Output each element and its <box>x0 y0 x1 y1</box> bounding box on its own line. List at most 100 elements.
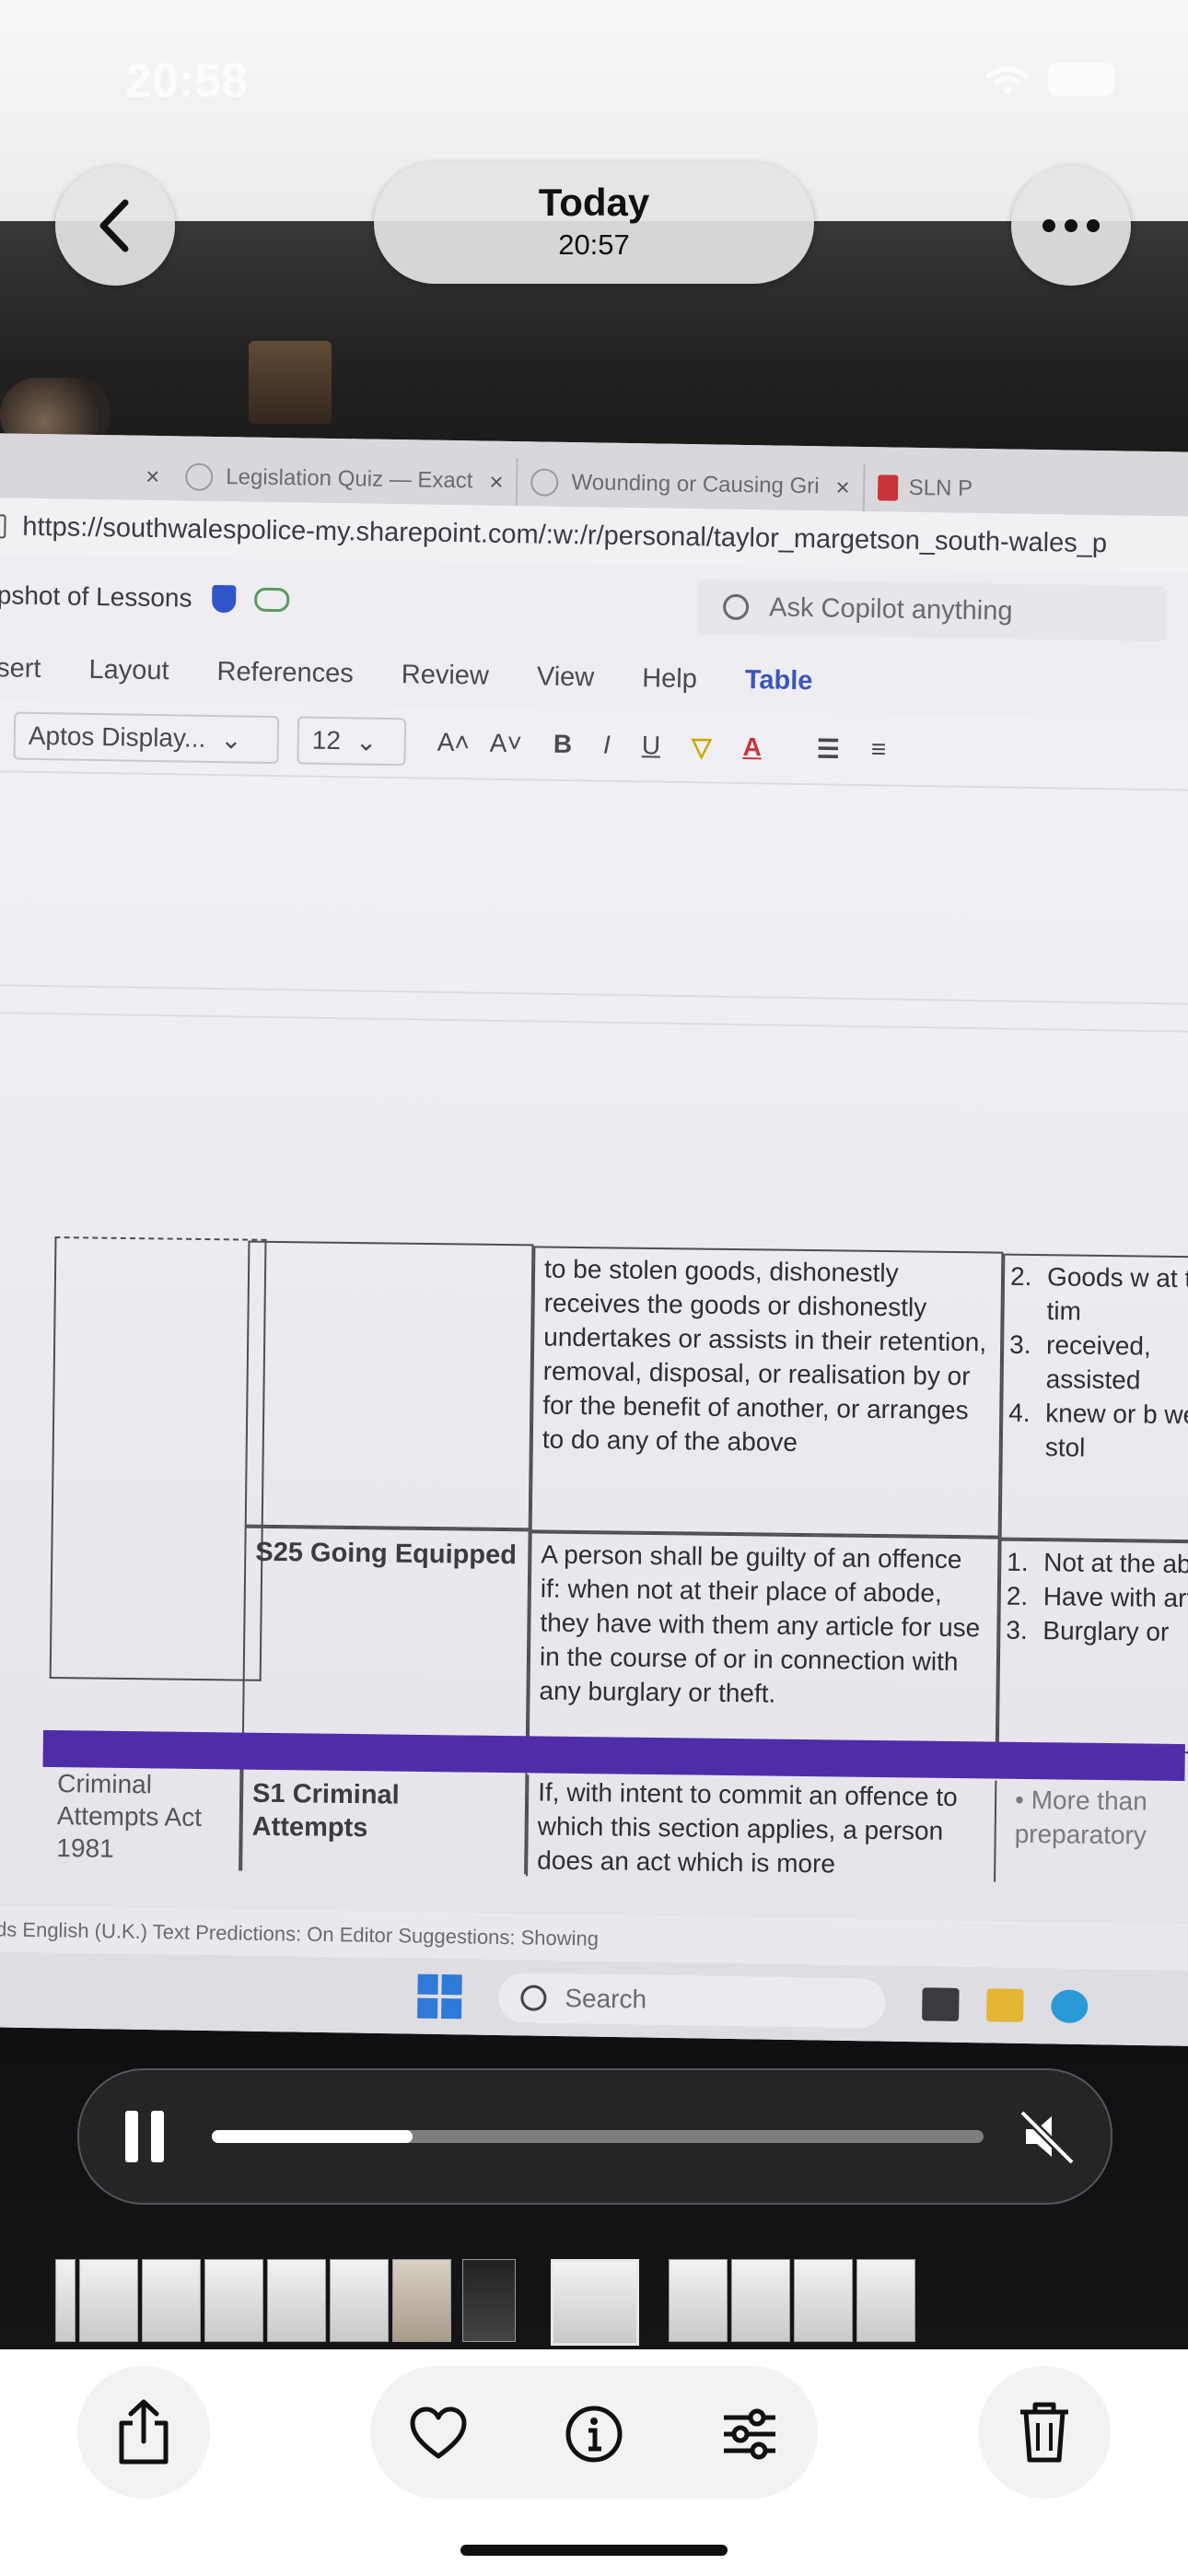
font-size-dropdown[interactable]: 12 ⌄ <box>297 716 407 767</box>
table-cell-heading <box>244 1240 534 1530</box>
video-player-controls <box>77 2068 1112 2205</box>
background-object <box>249 341 332 424</box>
thumbnail[interactable] <box>79 2259 138 2342</box>
shield-icon <box>212 584 237 614</box>
thumbnail[interactable] <box>794 2259 853 2342</box>
font-color-icon[interactable]: A <box>742 732 762 762</box>
chevron-down-icon: ⌄ <box>220 724 242 754</box>
bullets-icon[interactable]: ☰ <box>817 733 841 764</box>
task-view-icon[interactable] <box>922 1987 960 2021</box>
copilot-search-box[interactable]: Ask Copilot anything <box>696 579 1168 642</box>
action-group <box>370 2366 818 2499</box>
battery-icon <box>1048 63 1114 96</box>
table-cell-definition: If, with intent to commit an offence to … <box>526 1774 997 1882</box>
date-time: 20:57 <box>558 228 630 261</box>
status-time: 20:58 <box>125 54 248 108</box>
list-item: 3. Burglary or <box>1006 1615 1170 1646</box>
tab-review[interactable]: Review <box>402 660 490 691</box>
cloud-sync-icon <box>254 587 290 613</box>
ellipsis-icon <box>1042 219 1100 232</box>
tab-table[interactable]: Table <box>745 665 813 697</box>
document-title[interactable]: apshot of Lessons <box>0 580 192 614</box>
thumbnail[interactable] <box>142 2259 201 2342</box>
browser-tab[interactable]: Wounding or Causing Gri × <box>518 458 866 512</box>
scrubber-progress <box>212 2130 413 2143</box>
edge-icon[interactable] <box>1051 1989 1089 2024</box>
chevron-left-icon <box>99 199 129 252</box>
wifi-icon <box>985 66 1030 94</box>
align-icon[interactable]: ≡ <box>871 734 887 764</box>
section-heading: S25 Going Equipped <box>255 1537 518 1571</box>
tab-insert[interactable]: nsert <box>0 653 41 685</box>
list-item: More than preparatory <box>1014 1786 1147 1850</box>
share-icon <box>119 2399 169 2465</box>
thumbnail-strip <box>0 2248 1188 2349</box>
table-cell-act <box>49 1236 267 1681</box>
page-rule <box>0 1011 1188 1033</box>
tab-layout[interactable]: Layout <box>88 654 169 685</box>
tab-view[interactable]: View <box>537 662 595 693</box>
more-button[interactable] <box>1011 166 1131 286</box>
speaker-muted-icon <box>1019 2109 1076 2166</box>
pause-button[interactable] <box>125 2111 166 2162</box>
back-button[interactable] <box>55 166 175 286</box>
list-item: 1. Not at the abode <box>1007 1547 1188 1579</box>
thumbnail[interactable] <box>462 2259 516 2342</box>
section-heading: S1 Criminal Attempts <box>251 1778 400 1844</box>
tab-label: Wounding or Causing Gri <box>571 470 820 499</box>
table-cell-definition: to be stolen goods, dishonestly receives… <box>530 1246 1004 1538</box>
italic-icon[interactable]: I <box>603 731 611 760</box>
delete-button[interactable] <box>978 2366 1111 2499</box>
copilot-icon <box>722 593 750 621</box>
thumbnail[interactable] <box>856 2259 915 2342</box>
thumbnail-selected[interactable] <box>551 2259 639 2346</box>
taskbar-search[interactable]: Search <box>497 1973 886 2029</box>
bold-icon[interactable]: B <box>553 730 573 759</box>
underline-icon[interactable]: U <box>642 731 661 760</box>
table-cell-heading: S25 Going Equipped <box>241 1526 530 1742</box>
folder-icon[interactable] <box>986 1988 1024 2022</box>
thumbnail[interactable] <box>731 2259 790 2342</box>
browser-tab[interactable]: SLN P <box>864 463 985 513</box>
video-frame: × Legislation Quiz — Exact × Wounding or… <box>0 0 1188 2349</box>
tab-references[interactable]: References <box>216 657 354 689</box>
font-name-dropdown[interactable]: Aptos Display... ⌄ <box>13 711 280 765</box>
info-icon[interactable] <box>565 2405 623 2464</box>
shrink-font-icon[interactable]: A˅ <box>490 729 523 759</box>
list-item: 2. Goods w at the tim <box>1009 1261 1188 1326</box>
windows-start-icon[interactable] <box>417 1973 462 2020</box>
thumbnail[interactable] <box>55 2259 76 2342</box>
table-cell-definition: A person shall be guilty of an offence i… <box>527 1531 1000 1750</box>
close-icon[interactable]: × <box>835 473 850 501</box>
browser-tab[interactable]: Legislation Quiz — Exact × <box>171 452 518 507</box>
grow-font-icon[interactable]: A˄ <box>437 728 471 758</box>
definition-text: A person shall be guilty of an offence i… <box>539 1540 981 1708</box>
lock-icon <box>0 514 6 539</box>
thumbnail[interactable] <box>330 2259 389 2342</box>
video-scrubber[interactable] <box>212 2130 984 2143</box>
close-icon[interactable]: × <box>489 467 504 496</box>
adjust-sliders-icon[interactable] <box>720 2405 779 2464</box>
highlight-icon[interactable]: ▽ <box>692 732 712 762</box>
pdf-icon <box>877 474 898 501</box>
date-header: Today 20:57 <box>374 162 814 284</box>
thumbnail[interactable] <box>669 2259 728 2342</box>
browser-tab[interactable]: × <box>0 450 173 500</box>
tab-label: SLN P <box>908 474 973 501</box>
close-icon[interactable]: × <box>146 462 160 490</box>
font-name-value: Aptos Display... <box>28 720 206 753</box>
act-name: Criminal Attempts Act 1981 <box>56 1769 203 1863</box>
status-text: vords English (U.K.) Text Predictions: O… <box>0 1916 600 1950</box>
heart-icon[interactable] <box>409 2405 468 2464</box>
thumbnail[interactable] <box>267 2259 326 2342</box>
tab-help[interactable]: Help <box>642 663 697 695</box>
font-size-value: 12 <box>311 725 342 755</box>
thumbnail[interactable] <box>204 2259 263 2342</box>
table-cell-act: Criminal Attempts Act 1981 <box>47 1766 242 1871</box>
copilot-placeholder: Ask Copilot anything <box>768 591 1013 626</box>
thumbnail[interactable] <box>392 2259 451 2342</box>
share-button[interactable] <box>77 2366 210 2499</box>
mute-button[interactable] <box>1019 2109 1077 2166</box>
definition-text: If, with intent to commit an offence to … <box>537 1777 958 1879</box>
table-cell-points: • More than preparatory <box>1014 1785 1147 1850</box>
